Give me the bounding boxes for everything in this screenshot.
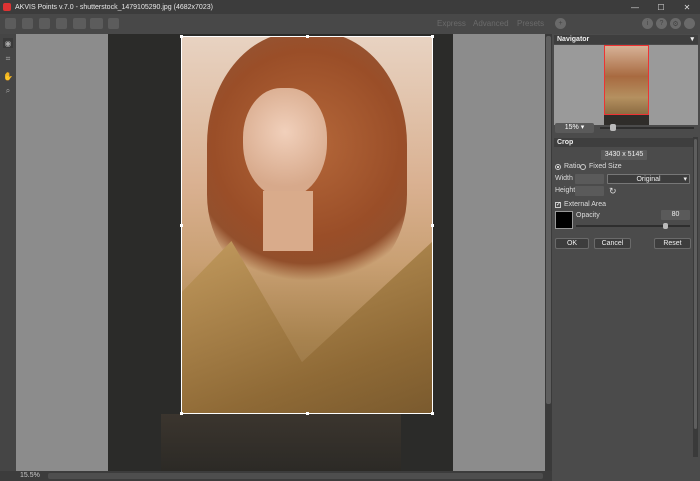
fixed-size-label: Fixed Size — [589, 163, 622, 170]
navigator-menu-icon[interactable]: ▾ — [690, 35, 694, 44]
settings-panel: Navigator ▾ 15% ▾ Crop 3430 x 5145 Ratio… — [552, 34, 700, 481]
opacity-slider[interactable] — [576, 225, 690, 227]
rotate-icon[interactable]: ↻ — [609, 186, 617, 197]
info-icon[interactable]: i — [642, 18, 653, 29]
presets-label[interactable]: Presets — [517, 19, 544, 28]
crop-handle-top-right[interactable] — [431, 35, 434, 38]
crop-handle-top-left[interactable] — [180, 35, 183, 38]
crop-size-display: 3430 x 5145 — [601, 150, 647, 160]
canvas-vertical-scrollbar[interactable] — [545, 34, 552, 471]
opacity-input[interactable]: 80 — [661, 210, 690, 220]
zoom-icon[interactable]: ⌕ — [3, 86, 13, 96]
crop-handle-top[interactable] — [306, 35, 309, 38]
crop-icon[interactable]: ⌗ — [3, 54, 13, 64]
opacity-slider-knob[interactable] — [663, 223, 668, 229]
hand-icon[interactable]: ✋ — [3, 71, 13, 81]
close-button[interactable]: ✕ — [674, 0, 700, 14]
sparkle-icon[interactable] — [684, 18, 695, 29]
help-icon[interactable]: ? — [656, 18, 667, 29]
panel-scrollbar[interactable] — [693, 137, 698, 457]
image-canvas[interactable] — [16, 34, 545, 471]
tools-panel: ◉ ⌗ ✋ ⌕ — [0, 34, 16, 471]
panel-scroll-thumb[interactable] — [694, 139, 697, 429]
undo-icon[interactable] — [108, 18, 119, 29]
photo-outside-crop — [161, 414, 401, 471]
home-icon[interactable] — [5, 18, 16, 29]
opacity-label: Opacity — [576, 212, 600, 219]
eye-icon[interactable]: ◉ — [3, 38, 13, 48]
external-area-label: External Area — [564, 201, 607, 208]
settings-icon[interactable]: ⚙ — [670, 18, 681, 29]
ratio-label: Ratio — [564, 163, 581, 170]
tab-express[interactable]: Express — [437, 19, 466, 28]
tab-advanced[interactable]: Advanced — [473, 19, 509, 28]
navigator-preview[interactable] — [554, 45, 698, 125]
title-bar: AKVIS Points v.7.0 - shutterstock_147910… — [0, 0, 700, 14]
cancel-button[interactable]: Cancel — [594, 238, 631, 249]
height-input[interactable] — [575, 186, 604, 196]
chevron-down-icon: ▾ — [683, 176, 687, 183]
width-input[interactable] — [575, 174, 604, 184]
ratio-preset-value: Original — [636, 176, 661, 183]
crop-frame[interactable] — [181, 36, 433, 414]
scroll-thumb[interactable] — [546, 36, 551, 404]
navigator-title: Navigator — [557, 36, 590, 43]
crop-handle-left[interactable] — [180, 224, 183, 227]
height-label: Height — [555, 187, 576, 194]
open-file-icon[interactable] — [22, 18, 33, 29]
fixed-size-radio[interactable] — [580, 164, 586, 170]
navigator-zoom-select[interactable]: 15% ▾ — [555, 123, 594, 133]
maximize-button[interactable]: ☐ — [648, 0, 674, 14]
print-icon[interactable] — [56, 18, 67, 29]
toolbar: Express Advanced Presets + i ? ⚙ — [0, 14, 700, 35]
status-bar: 15.5% — [0, 471, 552, 481]
app-logo-icon — [3, 3, 11, 11]
external-area-checkbox[interactable]: ✓ — [555, 202, 561, 208]
batch-icon[interactable] — [73, 18, 86, 29]
reset-button[interactable]: Reset — [654, 238, 691, 249]
window-title: AKVIS Points v.7.0 - shutterstock_147910… — [15, 3, 213, 11]
navigator-zoom-knob[interactable] — [610, 124, 616, 131]
crop-handle-bottom[interactable] — [306, 412, 309, 415]
window-controls: — ☐ ✕ — [622, 0, 700, 14]
canvas-horizontal-scrollbar[interactable] — [48, 473, 543, 479]
width-label: Width — [555, 175, 573, 182]
share-icon[interactable] — [90, 18, 103, 29]
external-area-color-swatch[interactable] — [555, 211, 573, 229]
navigator-view-frame[interactable] — [604, 45, 649, 115]
ok-button[interactable]: OK — [555, 238, 589, 249]
crop-handle-bottom-left[interactable] — [180, 412, 183, 415]
save-file-icon[interactable] — [39, 18, 50, 29]
crop-handle-bottom-right[interactable] — [431, 412, 434, 415]
minimize-button[interactable]: — — [622, 0, 648, 14]
ratio-radio[interactable] — [555, 164, 561, 170]
ratio-preset-select[interactable]: Original ▾ — [607, 174, 690, 184]
zoom-level: 15.5% — [20, 472, 40, 479]
crop-handle-right[interactable] — [431, 224, 434, 227]
add-preset-icon[interactable]: + — [555, 18, 566, 29]
navigator-header: Navigator ▾ — [554, 35, 698, 44]
